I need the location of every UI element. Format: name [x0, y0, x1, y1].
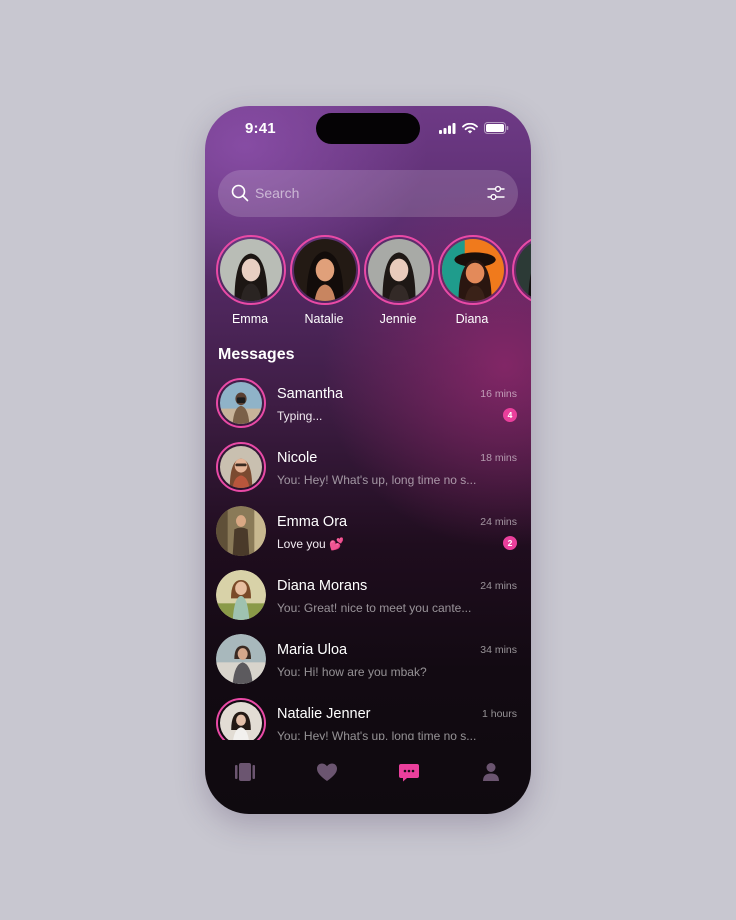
contact-name: Natalie Jenner — [277, 706, 371, 722]
profile-icon[interactable] — [479, 760, 503, 784]
contact-name: Diana Morans — [277, 578, 368, 594]
heart-icon[interactable] — [315, 760, 339, 784]
message-preview: Love you 💕 — [277, 537, 344, 551]
story-avatar[interactable] — [364, 235, 434, 305]
message-preview: You: Hey! What's up, long time no s... — [277, 729, 477, 740]
story-item[interactable]: J — [512, 235, 531, 326]
unread-badge: 2 — [503, 536, 517, 550]
status-time: 9:41 — [245, 120, 276, 137]
story-avatar[interactable] — [216, 235, 286, 305]
story-name: Natalie — [304, 312, 344, 326]
story-name: Jennie — [379, 312, 417, 326]
search-icon — [231, 184, 249, 202]
battery-icon — [484, 122, 509, 134]
message-time: 24 mins — [480, 580, 517, 592]
messages-heading: Messages — [218, 346, 295, 363]
search-input[interactable]: Search — [255, 185, 299, 201]
avatar[interactable] — [216, 570, 266, 620]
message-row[interactable]: Samantha Typing... 16 mins 4 — [216, 378, 520, 434]
message-row[interactable]: Natalie Jenner You: Hey! What's up, long… — [216, 698, 520, 740]
story-avatar[interactable] — [512, 235, 531, 305]
contact-name: Maria Uloa — [277, 642, 348, 658]
message-row[interactable]: Maria Uloa You: Hi! how are you mbak? 34… — [216, 634, 520, 690]
status-icons — [439, 122, 509, 134]
story-name: Diana — [455, 312, 489, 326]
search-bar[interactable]: Search — [218, 170, 518, 217]
avatar[interactable] — [216, 378, 266, 428]
message-preview: You: Hey! What's up, long time no s... — [277, 473, 477, 487]
dynamic-island — [316, 113, 420, 144]
story-avatar[interactable] — [438, 235, 508, 305]
message-time: 24 mins — [480, 516, 517, 528]
message-row[interactable]: Emma Ora Love you 💕 24 mins 2 — [216, 506, 520, 562]
story-name: Emma — [231, 312, 269, 326]
cards-icon[interactable] — [233, 760, 257, 784]
story-avatar[interactable] — [290, 235, 360, 305]
stories-row: Emma Natalie Jennie Diana — [216, 235, 531, 327]
wifi-icon — [462, 122, 478, 133]
story-item[interactable]: Emma — [216, 235, 286, 326]
avatar[interactable] — [216, 634, 266, 684]
unread-badge: 4 — [503, 408, 517, 422]
message-row[interactable]: Diana Morans You: Great! nice to meet yo… — [216, 570, 520, 626]
signal-icon — [439, 122, 456, 134]
message-row[interactable]: Nicole You: Hey! What's up, long time no… — [216, 442, 520, 498]
story-item[interactable]: Natalie — [290, 235, 360, 326]
message-preview: You: Great! nice to meet you cante... — [277, 601, 472, 615]
message-time: 1 hours — [481, 708, 517, 720]
contact-name: Samantha — [277, 386, 344, 402]
message-preview: You: Hi! how are you mbak? — [277, 665, 427, 679]
message-time: 34 mins — [480, 644, 517, 656]
story-item[interactable]: Diana — [438, 235, 508, 326]
story-name: J — [512, 312, 531, 326]
messages-list: Samantha Typing... 16 mins 4 Nicole You: — [205, 378, 531, 740]
phone-screen: 9:41 Search Emma Natalie Jennie Diana Me… — [205, 106, 531, 814]
story-item[interactable]: Jennie — [364, 235, 434, 326]
contact-name: Emma Ora — [277, 514, 348, 530]
avatar[interactable] — [216, 506, 266, 556]
chat-icon[interactable] — [397, 760, 421, 784]
message-preview: Typing... — [277, 409, 323, 423]
contact-name: Nicole — [277, 450, 318, 466]
avatar[interactable] — [216, 442, 266, 492]
avatar[interactable] — [216, 698, 266, 740]
message-time: 18 mins — [480, 452, 517, 464]
filter-icon[interactable] — [487, 184, 505, 202]
bottom-nav — [205, 746, 531, 796]
message-time: 16 mins — [480, 388, 517, 400]
